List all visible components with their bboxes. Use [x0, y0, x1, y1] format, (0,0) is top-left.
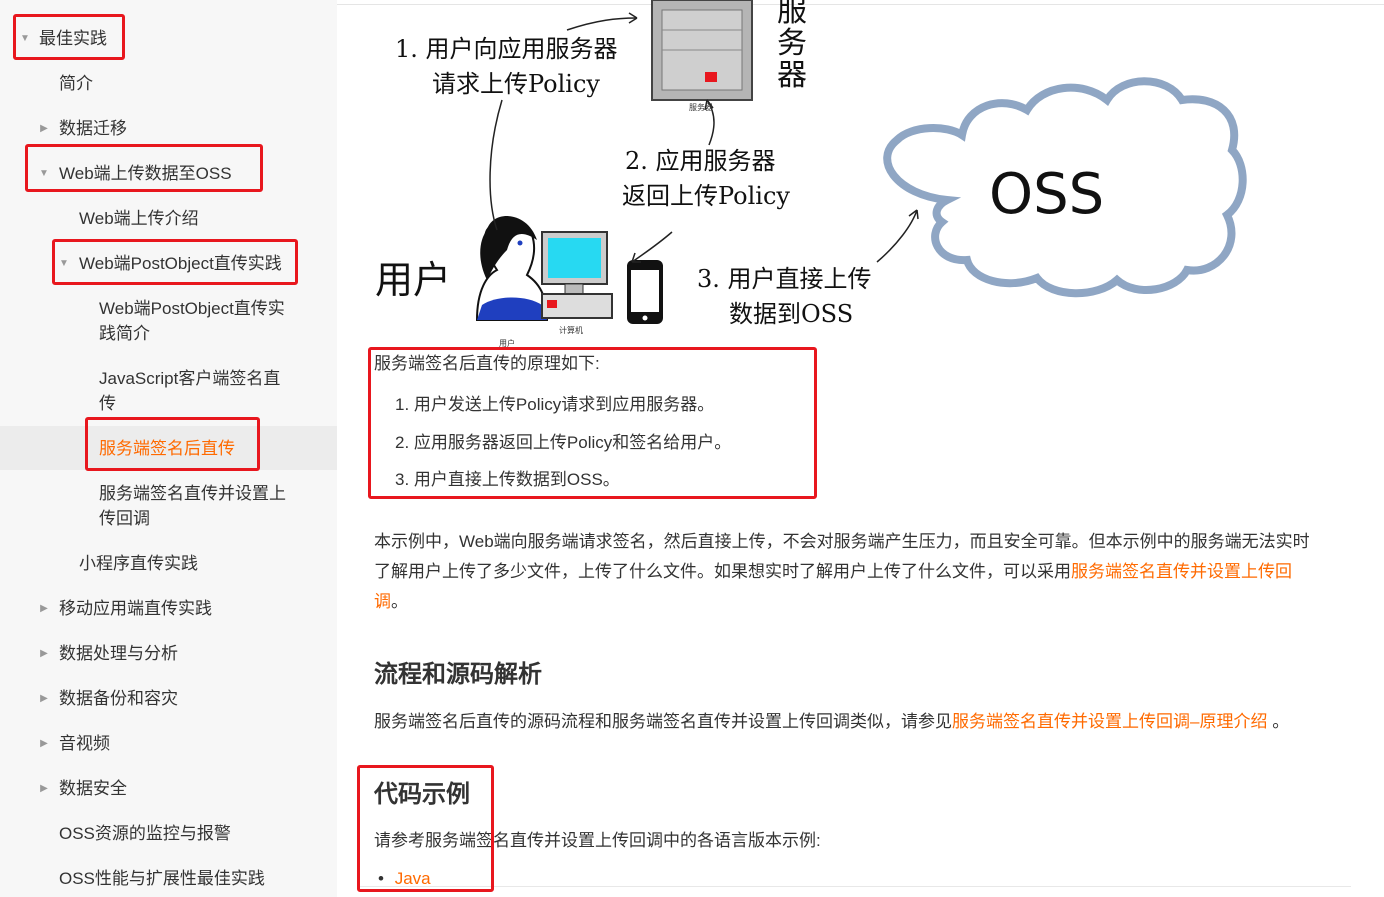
sidebar-item-postobject-intro[interactable]: Web端PostObject直传实 践简介 [99, 296, 285, 346]
principle-step: 1. 用户发送上传Policy请求到应用服务器。 [395, 395, 715, 414]
example-line: 调。 [374, 587, 1354, 617]
caret-down-icon[interactable]: ▼ [19, 26, 31, 51]
step2-line: 2. 应用服务器 [625, 147, 776, 175]
sidebar-item-label: JavaScript客户端签名直 [99, 369, 281, 388]
user-label: 用户 [375, 258, 452, 302]
flow-paragraph: 服务端签名后直传的源码流程和服务端签名直传并设置上传回调类似，请参见服务端签名直… [374, 707, 1289, 737]
sidebar-item-label: Web端上传数据至OSS [59, 164, 232, 183]
caret-down-icon[interactable]: ▼ [58, 251, 70, 276]
section-title-flow: 流程和源码解析 [374, 661, 542, 688]
sidebar-item-media[interactable]: 音视频 [59, 731, 110, 756]
step1-label: 1. 用户向应用服务器 请求上传Policy [395, 32, 618, 102]
sidebar-item-label: 数据安全 [59, 779, 127, 798]
caret-right-icon[interactable]: ▶ [38, 731, 50, 756]
server-label-char: 服 [777, 0, 807, 29]
oss-label: OSS [989, 162, 1105, 227]
server-label-char: 务 [777, 26, 807, 61]
step3-label: 3. 用户直接上传 数据到OSS [697, 262, 872, 332]
step3-line: 数据到OSS [729, 300, 854, 328]
sidebar-item-label: 数据备份和容灾 [59, 689, 178, 708]
server-sign-callback-link[interactable]: 调 [374, 592, 391, 611]
step3-line: 3. 用户直接上传 [697, 265, 872, 293]
server-caption: 服务器 [689, 102, 713, 112]
computer-icon [541, 231, 613, 319]
sidebar-item-server-sign-upload[interactable]: 服务端签名后直传 [99, 436, 235, 461]
principle-step: 2. 应用服务器返回上传Policy和签名给用户。 [395, 433, 732, 452]
bottom-divider [359, 886, 1351, 887]
caret-right-icon[interactable]: ▶ [38, 641, 50, 666]
flow-text-end: 。 [1267, 712, 1290, 731]
sidebar-item-mobile-upload[interactable]: 移动应用端直传实践 [59, 596, 212, 621]
sidebar-item-server-sign-callback[interactable]: 服务端签名直传并设置上 传回调 [99, 481, 286, 531]
sidebar-item-miniprogram[interactable]: 小程序直传实践 [79, 551, 198, 576]
step1-line: 请求上传Policy [432, 70, 600, 98]
server-label-char: 器 [777, 58, 807, 93]
sidebar-item-label: 简介 [59, 74, 93, 93]
step2-line: 返回上传Policy [622, 182, 790, 210]
flow-text: 服务端签名后直传的源码流程和服务端签名直传并设置上传回调类似，请参见 [374, 712, 952, 731]
user-avatar-icon [475, 216, 549, 321]
sidebar-item-label: 传回调 [99, 509, 150, 528]
callback-principle-link[interactable]: 服务端签名直传并设置上传回调–原理介绍 [952, 712, 1267, 731]
sidebar-item-label: 音视频 [59, 734, 110, 753]
code-example-paragraph: 请参考服务端签名直传并设置上传回调中的各语言版本示例: [374, 831, 821, 850]
server-label: 服 务 器 [777, 0, 807, 92]
sidebar-item-backup[interactable]: 数据备份和容灾 [59, 686, 178, 711]
phone-icon [627, 260, 663, 324]
caret-right-icon[interactable]: ▶ [38, 776, 50, 801]
sidebar-item-security[interactable]: 数据安全 [59, 776, 127, 801]
user-caption: 用户 [499, 338, 515, 348]
step2-label: 2. 应用服务器 返回上传Policy [622, 144, 790, 214]
sidebar-item-label: 数据处理与分析 [59, 644, 178, 663]
sidebar-item-data-processing[interactable]: 数据处理与分析 [59, 641, 178, 666]
sidebar-item-js-client-sign[interactable]: JavaScript客户端签名直 传 [99, 366, 280, 416]
sidebar-item-label: OSS性能与扩展性最佳实践 [59, 869, 265, 888]
sidebar-item-label: Web端上传介绍 [79, 209, 199, 228]
sidebar-item-postobject[interactable]: Web端PostObject直传实践 [79, 251, 282, 276]
example-text: 了解用户上传了多少文件，上传了什么文件。如果想实时了解用户上传了什么文件，可以采… [374, 562, 1071, 581]
section-title-code-example: 代码示例 [374, 781, 470, 808]
principle-step: 3. 用户直接上传数据到OSS。 [395, 470, 620, 489]
caret-right-icon[interactable]: ▶ [38, 116, 50, 141]
server-sign-callback-link[interactable]: 服务端签名直传并设置上传回 [1071, 562, 1292, 581]
principle-intro: 服务端签名后直传的原理如下: [374, 354, 600, 373]
example-paragraph: 本示例中，Web端向服务端请求签名，然后直接上传，不会对服务端产生压力，而且安全… [374, 527, 1354, 617]
sidebar-item-web-upload-intro[interactable]: Web端上传介绍 [79, 206, 199, 231]
computer-caption: 计算机 [559, 325, 583, 335]
server-icon [651, 0, 753, 101]
sidebar-item-label: 践简介 [99, 324, 150, 343]
sidebar-item-label: 服务端签名后直传 [99, 439, 235, 458]
step1-line: 1. 用户向应用服务器 [395, 35, 618, 63]
sidebar-item-label: 最佳实践 [39, 29, 107, 48]
sidebar-item-label: Web端PostObject直传实践 [79, 254, 282, 273]
example-text: 。 [391, 592, 408, 611]
sidebar-item-label: 小程序直传实践 [79, 554, 198, 573]
sidebar-item-label: 服务端签名直传并设置上 [99, 484, 286, 503]
example-line: 本示例中，Web端向服务端请求签名，然后直接上传，不会对服务端产生压力，而且安全… [374, 532, 1310, 551]
sidebar-item-web-upload[interactable]: Web端上传数据至OSS [59, 161, 232, 186]
sidebar-item-monitoring[interactable]: OSS资源的监控与报警 [59, 821, 231, 846]
sidebar-item-label: 数据迁移 [59, 119, 127, 138]
language-list-item: • Java [378, 866, 431, 891]
sidebar-item-data-migration[interactable]: 数据迁移 [59, 116, 127, 141]
sidebar-item-label: OSS资源的监控与报警 [59, 824, 231, 843]
architecture-diagram: 服务器 用户 计算机 服 务 器 1. 用户向应用服务器 请求上传Policy … [337, 0, 1287, 350]
sidebar-item-label: 移动应用端直传实践 [59, 599, 212, 618]
caret-right-icon[interactable]: ▶ [38, 596, 50, 621]
caret-right-icon[interactable]: ▶ [38, 686, 50, 711]
sidebar-item-intro[interactable]: 简介 [59, 71, 93, 96]
sidebar-item-best-practices[interactable]: 最佳实践 [39, 26, 107, 51]
example-line: 了解用户上传了多少文件，上传了什么文件。如果想实时了解用户上传了什么文件，可以采… [374, 557, 1354, 587]
sidebar-item-label: Web端PostObject直传实 [99, 299, 285, 318]
sidebar-item-label: 传 [99, 394, 116, 413]
caret-down-icon[interactable]: ▼ [38, 161, 50, 186]
sidebar: ▼ 最佳实践 简介 ▶ 数据迁移 ▼ Web端上传数据至OSS Web端上传介绍… [0, 0, 337, 897]
sidebar-item-performance[interactable]: OSS性能与扩展性最佳实践 [59, 866, 265, 891]
